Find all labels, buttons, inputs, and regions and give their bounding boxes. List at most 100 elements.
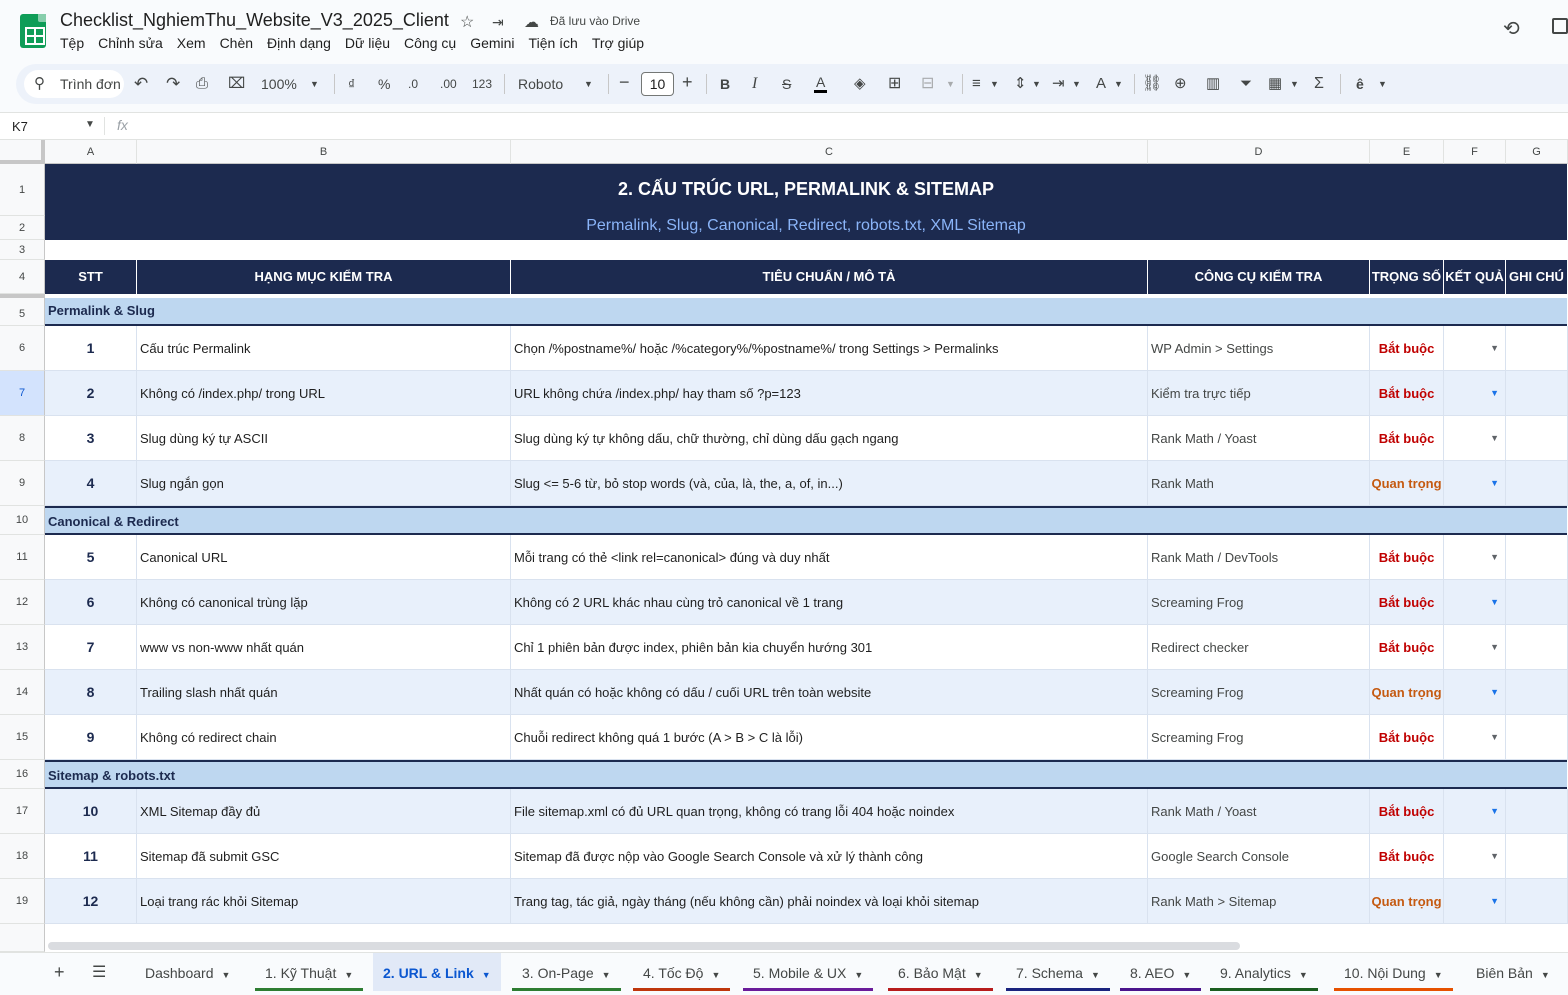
column-header-d[interactable]: D xyxy=(1148,140,1370,164)
vertical-align-icon[interactable]: ⇕ xyxy=(1014,74,1027,94)
sheets-logo-icon[interactable] xyxy=(20,14,46,48)
note-cell[interactable] xyxy=(1506,625,1568,670)
row-header-3[interactable]: 3 xyxy=(0,240,45,260)
tab-chevron-down-icon[interactable]: ▼ xyxy=(344,970,353,980)
bold-icon[interactable]: B xyxy=(720,74,730,94)
stt-cell[interactable]: 5 xyxy=(45,535,137,580)
increase-decimal-button[interactable]: .00 xyxy=(440,74,457,94)
menu-view[interactable]: Xem xyxy=(177,35,206,51)
row-header-7[interactable]: 7 xyxy=(0,371,45,416)
note-cell[interactable] xyxy=(1506,670,1568,715)
note-cell[interactable] xyxy=(1506,416,1568,461)
menu-search[interactable]: ⚲ Trình đơn xyxy=(24,70,124,98)
result-dropdown[interactable]: ▼ xyxy=(1444,670,1506,715)
tool-cell[interactable]: Screaming Frog xyxy=(1148,580,1370,625)
section-header[interactable]: Sitemap & robots.txt xyxy=(45,760,1567,789)
tool-cell[interactable]: Screaming Frog xyxy=(1148,670,1370,715)
column-header-g[interactable]: G xyxy=(1506,140,1568,164)
name-box[interactable]: K7 xyxy=(12,119,28,134)
sheet-tab-on-page[interactable]: 3. On-Page ▼ xyxy=(512,953,621,991)
stt-cell[interactable]: 3 xyxy=(45,416,137,461)
weight-cell[interactable]: Bắt buộc xyxy=(1370,416,1444,461)
stt-cell[interactable]: 4 xyxy=(45,461,137,506)
tab-chevron-down-icon[interactable]: ▼ xyxy=(602,970,611,980)
tab-chevron-down-icon[interactable]: ▼ xyxy=(222,970,231,980)
result-dropdown[interactable]: ▼ xyxy=(1444,625,1506,670)
zoom-select[interactable]: 100% xyxy=(261,74,297,94)
tool-cell[interactable]: Rank Math / Yoast xyxy=(1148,416,1370,461)
tool-cell[interactable]: Kiểm tra trực tiếp xyxy=(1148,371,1370,416)
stt-cell[interactable]: 11 xyxy=(45,834,137,879)
font-chevron-down-icon[interactable]: ▼ xyxy=(584,74,593,94)
tool-cell[interactable]: Redirect checker xyxy=(1148,625,1370,670)
tab-chevron-down-icon[interactable]: ▼ xyxy=(854,970,863,980)
borders-icon[interactable]: ⊞ xyxy=(888,74,901,94)
text-color-icon[interactable]: A xyxy=(814,74,828,93)
item-cell[interactable]: Trailing slash nhất quán xyxy=(137,670,511,715)
font-size-input[interactable]: 10 xyxy=(641,72,674,96)
insert-comment-icon[interactable]: ⊕ xyxy=(1174,74,1187,94)
currency-format-button[interactable]: ₫ xyxy=(348,74,355,94)
stt-cell[interactable]: 2 xyxy=(45,371,137,416)
tool-cell[interactable]: Rank Math / Yoast xyxy=(1148,789,1370,834)
item-cell[interactable]: Không có redirect chain xyxy=(137,715,511,760)
filter-icon[interactable]: ⏷ xyxy=(1240,74,1252,94)
row-header-19[interactable]: 19 xyxy=(0,879,45,924)
wrap-chevron-down-icon[interactable]: ▼ xyxy=(1072,74,1081,94)
input-tools-icon[interactable]: ê xyxy=(1356,74,1364,94)
percent-format-button[interactable]: % xyxy=(378,74,390,94)
number-format-button[interactable]: 123 xyxy=(472,74,492,94)
sheet-tab-bien-ban[interactable]: Biên Bản ▼ xyxy=(1466,953,1560,991)
result-dropdown[interactable]: ▼ xyxy=(1444,371,1506,416)
criteria-cell[interactable]: Trang tag, tác giả, ngày tháng (nếu khôn… xyxy=(511,879,1148,924)
weight-cell[interactable]: Bắt buộc xyxy=(1370,789,1444,834)
criteria-cell[interactable]: Nhất quán có hoặc không có dấu / cuối UR… xyxy=(511,670,1148,715)
strikethrough-icon[interactable]: S xyxy=(782,74,791,94)
row-header-9[interactable]: 9 xyxy=(0,461,45,506)
criteria-cell[interactable]: Mỗi trang có thẻ <link rel=canonical> đú… xyxy=(511,535,1148,580)
column-header-e[interactable]: E xyxy=(1370,140,1444,164)
sheet-tab-mobile-ux[interactable]: 5. Mobile & UX ▼ xyxy=(743,953,874,991)
note-cell[interactable] xyxy=(1506,580,1568,625)
row-header-18[interactable]: 18 xyxy=(0,834,45,879)
weight-cell[interactable]: Quan trọng xyxy=(1370,879,1444,924)
font-size-increase-icon[interactable]: + xyxy=(682,72,693,92)
stt-cell[interactable]: 8 xyxy=(45,670,137,715)
input-tools-chevron-down-icon[interactable]: ▼ xyxy=(1378,74,1387,94)
merge-chevron-down-icon[interactable]: ▼ xyxy=(946,74,955,94)
section-header[interactable]: Canonical & Redirect xyxy=(45,506,1567,535)
sheet-tab-dashboard[interactable]: Dashboard ▼ xyxy=(135,953,240,991)
version-history-icon[interactable]: ⟲ xyxy=(1503,16,1520,41)
menu-help[interactable]: Trợ giúp xyxy=(592,35,644,51)
result-dropdown[interactable]: ▼ xyxy=(1444,715,1506,760)
sheet-tab-toc-do[interactable]: 4. Tốc Độ ▼ xyxy=(633,953,731,991)
row-header-4[interactable]: 4 xyxy=(0,260,45,294)
tool-cell[interactable]: Screaming Frog xyxy=(1148,715,1370,760)
insert-link-icon[interactable]: ⛓ xyxy=(1142,74,1162,94)
note-cell[interactable] xyxy=(1506,715,1568,760)
row-header-13[interactable]: 13 xyxy=(0,625,45,670)
criteria-cell[interactable]: Chuỗi redirect không quá 1 bước (A > B >… xyxy=(511,715,1148,760)
decrease-decimal-button[interactable]: .0 xyxy=(408,74,418,94)
column-header-a[interactable]: A xyxy=(45,140,137,164)
print-icon[interactable]: ⎙ xyxy=(196,74,208,94)
weight-cell[interactable]: Bắt buộc xyxy=(1370,535,1444,580)
sheet-tab-ky-thuat[interactable]: 1. Kỹ Thuật ▼ xyxy=(255,953,364,991)
tab-chevron-down-icon[interactable]: ▼ xyxy=(482,970,491,980)
menu-gemini[interactable]: Gemini xyxy=(470,35,514,51)
fill-color-icon[interactable]: ◈ xyxy=(854,74,866,94)
weight-cell[interactable]: Quan trọng xyxy=(1370,670,1444,715)
item-cell[interactable]: Cấu trúc Permalink xyxy=(137,326,511,371)
item-cell[interactable]: Slug dùng ký tự ASCII xyxy=(137,416,511,461)
row-header-5[interactable]: 5 xyxy=(0,294,45,326)
rotation-chevron-down-icon[interactable]: ▼ xyxy=(1114,74,1123,94)
select-all-corner[interactable] xyxy=(0,140,45,164)
note-cell[interactable] xyxy=(1506,834,1568,879)
merge-cells-icon[interactable]: ⊟ xyxy=(921,74,934,94)
row-header-16[interactable]: 16 xyxy=(0,760,45,789)
column-header-f[interactable]: F xyxy=(1444,140,1506,164)
weight-cell[interactable]: Bắt buộc xyxy=(1370,580,1444,625)
stt-cell[interactable]: 1 xyxy=(45,326,137,371)
font-select[interactable]: Roboto xyxy=(518,74,563,94)
item-cell[interactable]: www vs non-www nhất quán xyxy=(137,625,511,670)
